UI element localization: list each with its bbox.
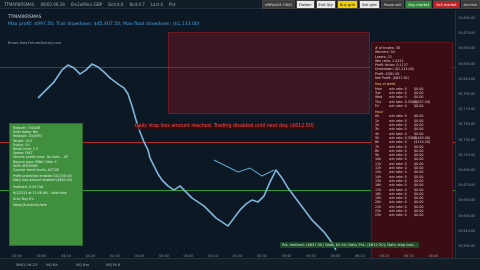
price-tick: 19,870.00 <box>458 31 476 36</box>
hour-cell: $0.00 <box>414 213 424 218</box>
stats-line: Max profit: $997.50; Trail drawdown: $45… <box>8 22 200 27</box>
halt-message: Daily stop loss amount reached. Trading … <box>133 123 316 130</box>
pnl-line: PnL realized: ($637.50) Total: $0.00; Da… <box>280 242 419 248</box>
bottom-tab[interactable]: NQ 6m <box>76 262 89 267</box>
price-tick: 19,690.00 <box>458 168 476 172</box>
hour-cell: win rate: 0 <box>389 213 407 218</box>
toolbar-button[interactable]: Archive <box>460 0 480 9</box>
top-toolbar: TTMARKRSMAS 06/02:06:28 6m2aMinis:GBP Bcd:A… <box>0 0 480 9</box>
price-tick: 19,630.00 <box>458 213 476 218</box>
action-buttons: UNPAUSE GRID Flatten Exit Qty Buy grid Sell … <box>261 0 480 9</box>
top-tab[interactable]: TTMARKRSMAS <box>4 2 34 7</box>
credit-text: Brews Area FuturesFactory.com <box>8 41 62 45</box>
toolbar-button[interactable]: Flatten <box>295 0 315 9</box>
price-tick: 19,590.00 <box>458 244 476 248</box>
top-tab[interactable]: 6m2aMinis:GBP <box>71 2 102 7</box>
toolbar-button[interactable]: UNPAUSE GRID <box>261 0 295 9</box>
bottom-tab[interactable]: NQ 6h <box>46 262 58 267</box>
toolbar-button[interactable]: Sell grid <box>358 0 380 9</box>
top-tab[interactable]: Last 4 <box>151 2 163 7</box>
price-tick: 19,710.00 <box>458 152 476 157</box>
strategy-info-box: Rollover: 3:00AM Exits today: Yes Rollback… <box>9 123 83 246</box>
secondary-series <box>213 159 275 177</box>
tab-strip: TTMARKRSMAS 06/02:06:28 6m2aMinis:GBP Bcd:A… <box>0 0 175 9</box>
price-tick: 19,890.00 <box>458 16 476 20</box>
toolbar-button[interactable]: Buy grid <box>336 0 358 9</box>
toolbar-button[interactable]: Buy market <box>405 0 433 9</box>
top-tab[interactable]: Bcd:A.6 <box>108 2 123 7</box>
day-row: Fri win rate: 0 $0.00 <box>375 104 449 108</box>
price-axis[interactable]: 19,890.00 19,870.00 19,850.00 19,830.00 19,8… <box>455 10 480 258</box>
price-tick: 19,750.00 <box>458 122 476 127</box>
price-tick: 19,810.00 <box>458 76 476 81</box>
hour-row: 23h win rate: 0 $0.00 <box>375 213 449 217</box>
instrument-label: TTMARKRSMAS <box>8 15 42 20</box>
price-tick: 19,650.00 <box>458 198 476 203</box>
price-tick: 19,670.00 <box>458 183 476 188</box>
price-tick: 19,790.00 <box>458 92 476 96</box>
day-cell: Fri <box>375 103 379 108</box>
top-tab[interactable]: 06/02:06:28 <box>40 2 64 7</box>
price-chart[interactable]: TTMARKRSMAS Max profit: $997.50; Trail d… <box>0 10 455 258</box>
price-tick: 19,770.00 <box>458 107 476 112</box>
price-tick: 19,850.00 <box>458 46 476 51</box>
toolbar-button[interactable]: Exit Qty <box>315 0 336 9</box>
price-tick: 19,730.00 <box>458 137 476 142</box>
price-tick: 19,610.00 <box>458 228 476 233</box>
toolbar-button[interactable]: Sell market <box>433 0 460 9</box>
performance-panel: # of trades: 38 Winners: 30 Losers: 21 Win … <box>371 42 453 258</box>
day-cell: win rate: 0 <box>389 103 407 108</box>
top-tab[interactable]: Pnt <box>169 2 175 7</box>
toolbar-button[interactable]: Pause sell <box>380 0 405 9</box>
price-tick: 19,830.00 <box>458 61 476 66</box>
info-row: https://inactivity.here <box>13 203 47 208</box>
day-cell: $0.00 <box>414 103 424 108</box>
summary-row: Net Profit: ($637.50) <box>375 76 409 81</box>
bottom-tab[interactable]: NQ M:6 <box>106 262 120 267</box>
bottom-tab[interactable]: MNQ 06-23 <box>16 262 37 267</box>
hour-cell: 23h <box>375 213 382 218</box>
bottom-tab-bar: MNQ 06-23 NQ 6h NQ 6m NQ M:6 <box>0 258 480 270</box>
info-row: Daily loss amount enabled ($800.00) <box>13 178 73 183</box>
top-tab[interactable]: Bcd:A.7 <box>130 2 145 7</box>
